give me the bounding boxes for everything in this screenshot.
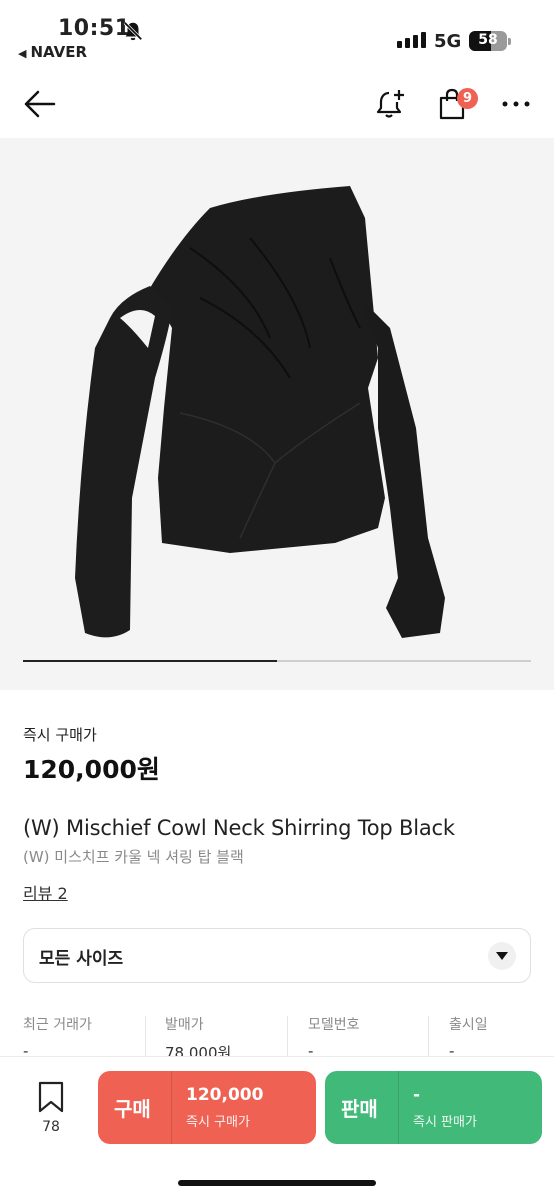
carousel-progress-track: [23, 660, 531, 662]
sell-divider: [398, 1071, 399, 1144]
info-divider: [287, 1016, 288, 1058]
status-bar: 10:51 ◀ NAVER 5G 58: [0, 0, 554, 70]
battery-icon: 58: [469, 31, 511, 51]
buy-divider: [171, 1071, 172, 1144]
info-divider: [428, 1016, 429, 1058]
home-indicator[interactable]: [178, 1180, 376, 1186]
more-options-button[interactable]: [496, 84, 536, 124]
sell-price: -: [413, 1085, 421, 1105]
bottom-action-bar: 78 구매 120,000 즉시 구매가 판매 - 즉시 판매가: [0, 1056, 554, 1200]
info-label: 출시일: [449, 1017, 488, 1033]
buy-price-caption: 즉시 구매가: [186, 1115, 250, 1130]
back-to-app-link[interactable]: ◀ NAVER: [18, 43, 87, 61]
instant-buy-price-label: 즉시 구매가: [23, 726, 97, 744]
instant-buy-price: 120,000원: [23, 755, 160, 784]
buy-button[interactable]: 구매 120,000 즉시 구매가: [98, 1071, 316, 1144]
carousel-progress-fill: [23, 660, 277, 662]
status-time: 10:51: [58, 16, 131, 41]
info-label: 최근 거래가: [23, 1017, 92, 1033]
top-nav: 9: [0, 78, 554, 136]
info-label: 모델번호: [308, 1017, 360, 1033]
product-image-carousel[interactable]: [0, 138, 554, 690]
bookmark-button[interactable]: 78: [30, 1081, 72, 1141]
info-label: 발매가: [165, 1017, 204, 1033]
chevron-down-icon: [488, 942, 516, 970]
buy-price: 120,000: [186, 1085, 264, 1105]
network-type: 5G: [434, 31, 462, 52]
size-select-value: 모든 사이즈: [39, 949, 124, 969]
info-divider: [145, 1016, 146, 1058]
add-alert-button[interactable]: [370, 84, 410, 124]
bell-muted-icon: [123, 21, 143, 41]
cart-count-badge: 9: [457, 88, 478, 109]
product-title: (W) Mischief Cowl Neck Shirring Top Blac…: [23, 816, 455, 840]
sell-price-caption: 즉시 판매가: [413, 1115, 477, 1130]
more-dots-icon: [502, 101, 530, 107]
sell-label: 판매: [341, 1097, 378, 1121]
cellular-signal-icon: [397, 32, 426, 48]
product-photo-top: [75, 186, 445, 638]
arrow-left-icon: [24, 90, 56, 118]
back-triangle-icon: ◀: [18, 47, 27, 60]
back-button[interactable]: [20, 84, 60, 124]
bookmark-count: 78: [42, 1119, 60, 1135]
battery-level: 58: [478, 32, 498, 48]
product-subtitle: (W) 미스치프 카울 넥 셔링 탑 블랙: [23, 848, 244, 866]
back-to-app-label: NAVER: [30, 43, 88, 61]
bell-plus-icon: [376, 90, 404, 118]
sell-button[interactable]: 판매 - 즉시 판매가: [325, 1071, 542, 1144]
buy-label: 구매: [114, 1097, 151, 1121]
bookmark-icon: [38, 1081, 64, 1113]
size-select[interactable]: 모든 사이즈: [23, 928, 531, 983]
review-link[interactable]: 리뷰 2: [23, 880, 68, 904]
